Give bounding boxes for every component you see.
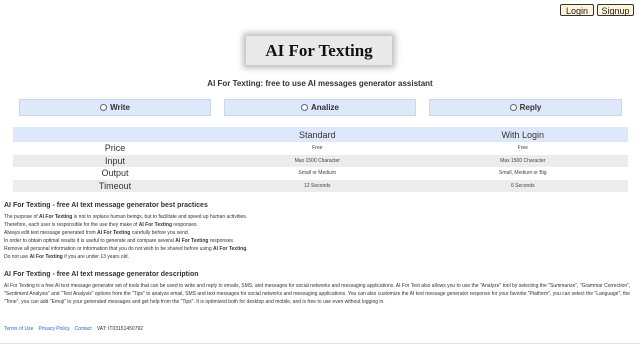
plan-comparison-table: Standard With Login Price Free Free Inpu… (13, 127, 628, 192)
row-label: Output (101, 168, 129, 179)
row-login: 6 Seconds (417, 179, 628, 192)
row-standard: Small or Medium (298, 170, 337, 177)
row-standard: Max 1500 Character (217, 154, 418, 167)
table-row: Output Small or Medium Small, Medium or … (13, 167, 628, 180)
table-row: Input Max 1500 Character Max 1500 Charac… (13, 154, 628, 167)
privacy-link[interactable]: Privacy Policy (38, 326, 69, 332)
site-logo: AI For Texting (246, 36, 392, 65)
table-header-standard: Standard (217, 127, 418, 142)
mode-selector: Write Analize Reply (19, 99, 622, 116)
radio-icon[interactable] (509, 104, 517, 111)
row-standard: Free (312, 145, 323, 152)
bottom-divider (0, 343, 640, 344)
row-login: Free (517, 145, 528, 152)
mode-write[interactable]: Write (19, 99, 211, 116)
row-login: Max 1500 Character (417, 154, 628, 167)
mode-analize[interactable]: Analize (224, 99, 416, 116)
auth-buttons: Login Signup (560, 4, 634, 16)
table-header-empty (13, 127, 217, 142)
row-login: Small, Medium or Big (499, 170, 547, 177)
practice-line: Therefore, each user is responsible for … (4, 222, 198, 228)
row-label: Price (104, 143, 126, 154)
table-header-row: Standard With Login (13, 127, 628, 142)
practice-line: Always edit text message generated from … (4, 230, 190, 236)
practices-heading: AI For Texting - free AI text message ge… (4, 202, 208, 209)
mode-analize-label: Analize (310, 103, 339, 112)
table-row: Price Free Free (13, 142, 628, 155)
table-row: Timeout 12 Seconds 6 Seconds (13, 179, 628, 192)
description-heading: AI For Texting - free AI text message ge… (4, 271, 199, 278)
row-standard: 12 Seconds (217, 179, 418, 192)
description-text: AI For Texting is a free AI text message… (4, 283, 631, 305)
terms-link[interactable]: Terms of Use (4, 326, 33, 332)
practice-line: In order to obtain optimal results it is… (4, 238, 235, 244)
login-button[interactable]: Login (560, 4, 594, 16)
practice-line: Remove all personal information or infor… (4, 246, 248, 252)
row-label: Input (13, 154, 217, 167)
practice-line: The purpose of AI For Texting is not to … (4, 214, 248, 220)
contact-link[interactable]: Contact (75, 326, 92, 332)
footer: Terms of Use Privacy Policy Contact VAT:… (4, 326, 143, 332)
radio-icon[interactable] (300, 104, 308, 111)
table-header-login: With Login (417, 127, 628, 142)
mode-reply[interactable]: Reply (429, 99, 622, 116)
radio-icon[interactable] (100, 104, 108, 111)
signup-button[interactable]: Signup (597, 4, 634, 16)
practices-text: The purpose of AI For Texting is not to … (4, 213, 634, 261)
vat-number: VAT: IT03151450792 (96, 326, 144, 332)
mode-write-label: Write (110, 103, 130, 112)
row-label: Timeout (13, 179, 217, 192)
mode-reply-label: Reply (519, 103, 542, 112)
practice-line: Do not use AI For Texting if you are und… (4, 254, 129, 260)
page-tagline: AI For Texting: free to use AI messages … (207, 79, 433, 88)
